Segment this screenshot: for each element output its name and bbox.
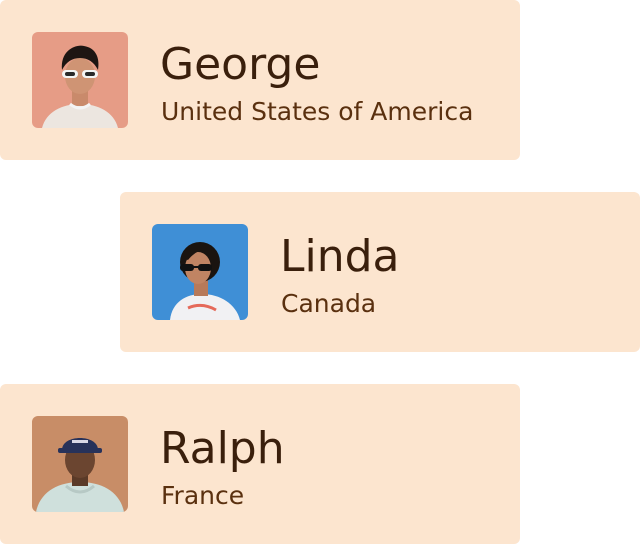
avatar [152,224,248,320]
avatar [32,32,128,128]
profile-card-ralph[interactable]: Ralph France [0,384,520,544]
profile-country: France [161,481,245,510]
profile-name: George [160,39,321,90]
profile-name: Linda [280,231,400,282]
profile-country: Canada [281,289,377,318]
profile-country: United States of America [161,97,474,126]
profile-card-linda[interactable]: Linda Canada [120,192,640,352]
profile-name: Ralph [160,423,285,474]
man-with-sunglasses-avatar-icon [32,32,128,128]
profile-card-george[interactable]: George United States of America [0,0,520,160]
man-with-cap-avatar-icon [32,416,128,512]
woman-with-sunglasses-avatar-icon [152,224,248,320]
avatar [32,416,128,512]
